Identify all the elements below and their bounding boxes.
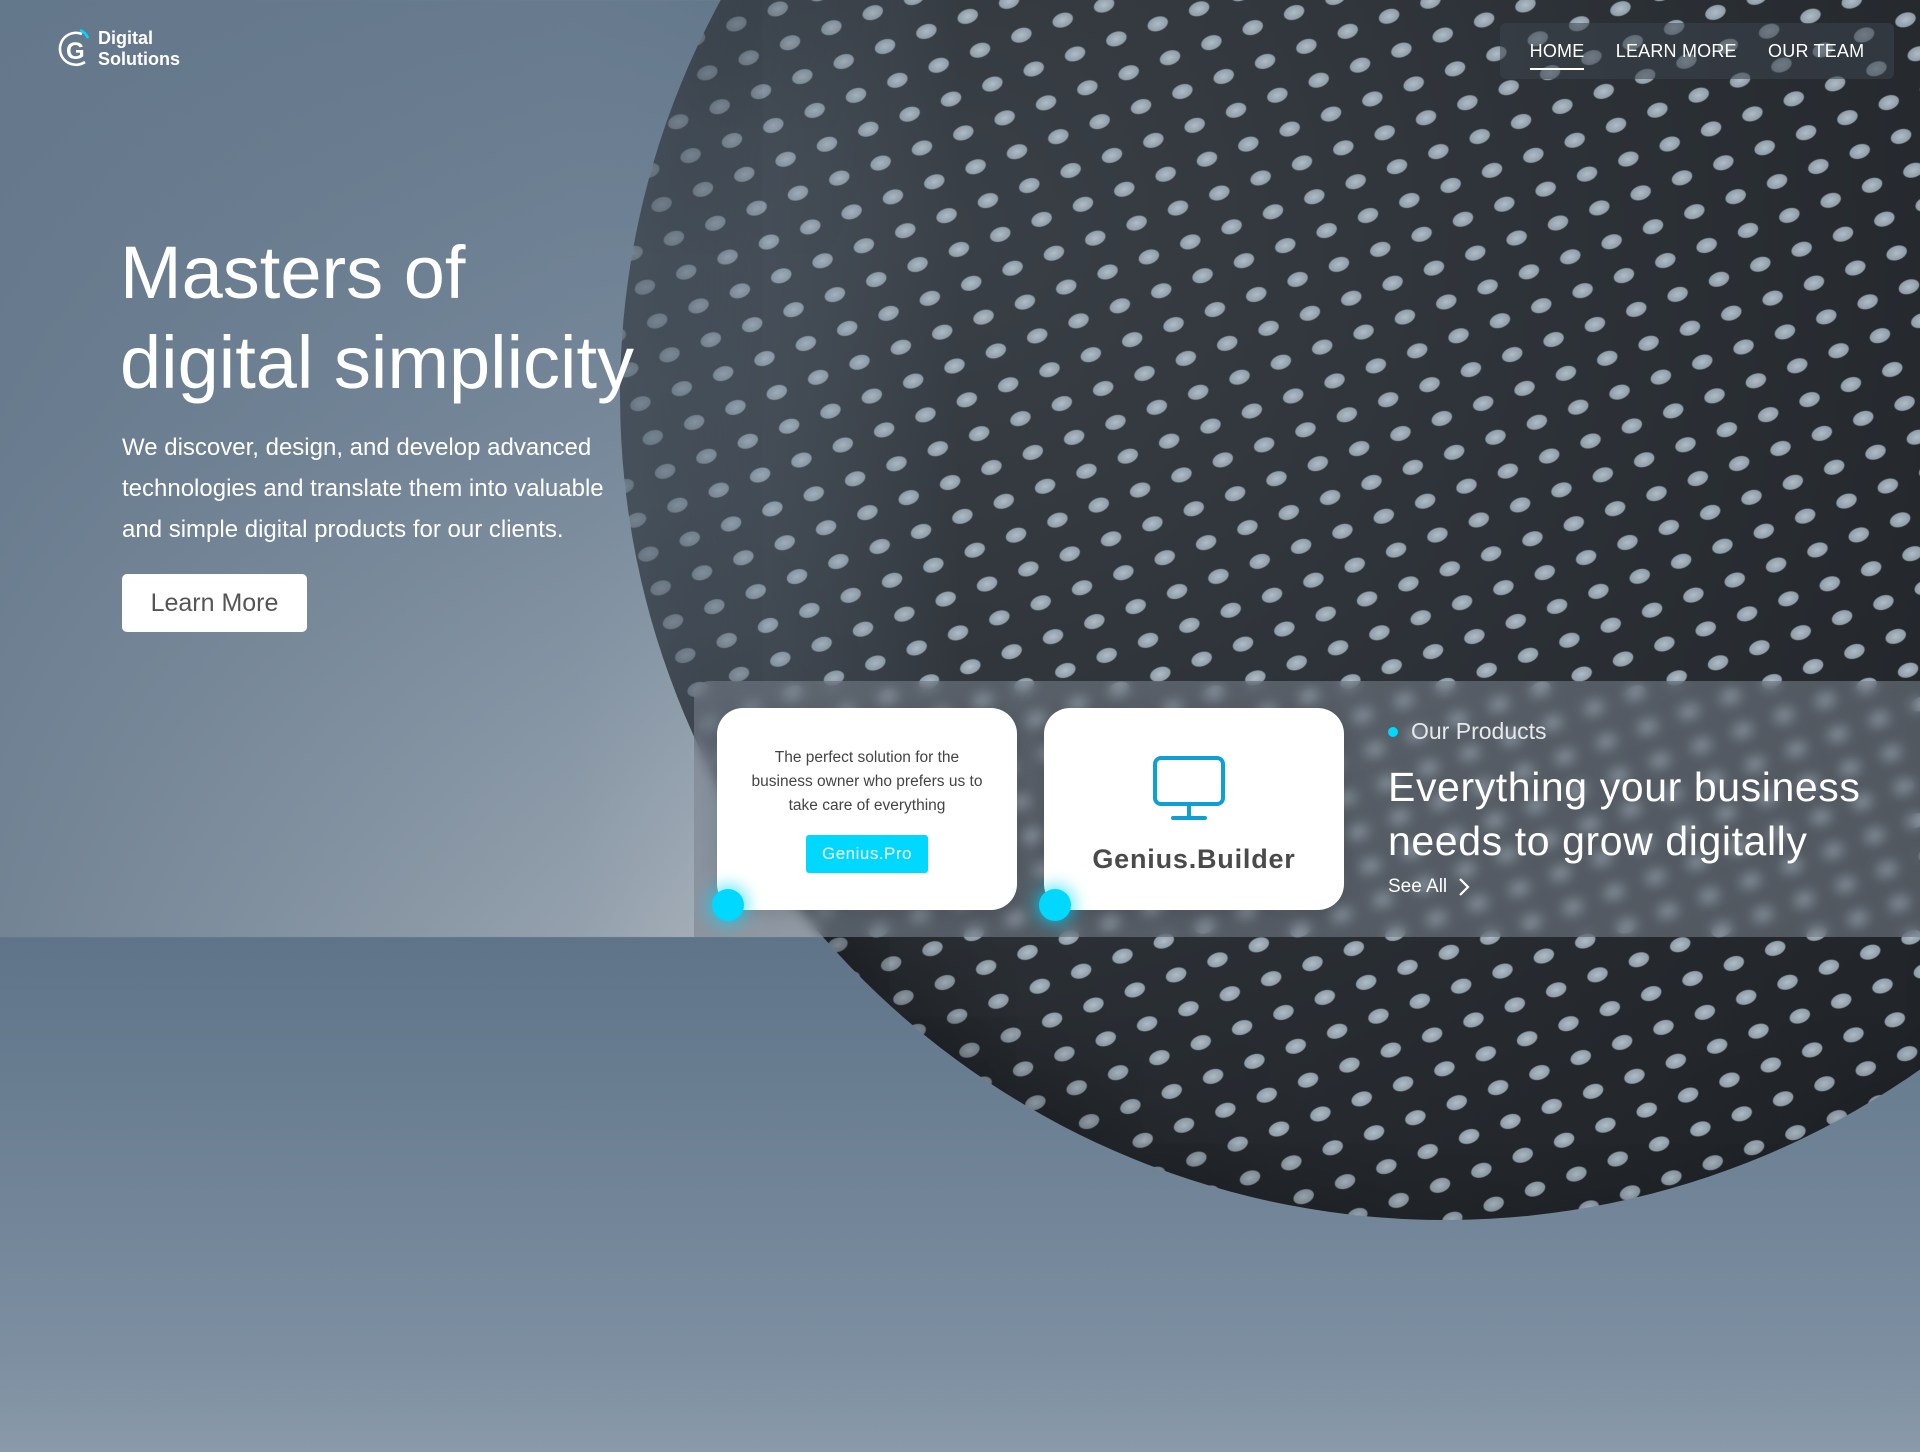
hero-subtitle-line-3: and simple digital products for our clie… [122, 516, 564, 543]
hero-subtitle-line-2: technologies and translate them into val… [122, 475, 604, 502]
nav-learn-more[interactable]: LEARN MORE [1616, 37, 1737, 66]
hero-title-line-1: Masters of [120, 231, 466, 314]
see-all-label: See All [1388, 876, 1448, 897]
carousel-indicator-dot[interactable] [1039, 889, 1071, 921]
logo-text: Digital Solutions [98, 28, 180, 70]
product-card-genius-builder[interactable]: Genius.Builder [1044, 708, 1344, 910]
genius-pro-button[interactable]: Genius.Pro [806, 835, 928, 873]
nav-our-team[interactable]: OUR TEAM [1768, 37, 1864, 66]
logo-line-2: Solutions [98, 49, 180, 69]
carousel-indicator-dot[interactable] [712, 889, 744, 921]
nav-home[interactable]: HOME [1529, 37, 1585, 70]
products-heading-line-1: Everything your business [1388, 764, 1861, 810]
hero-subtitle: We discover, design, and develop advance… [122, 427, 682, 550]
see-all-link[interactable]: See All [1388, 876, 1471, 898]
product-card-genius-pro[interactable]: The perfect solution for the business ow… [717, 708, 1017, 910]
card-desc-line-1: The perfect solution for the [774, 749, 960, 766]
logo-mark-icon: G [58, 28, 90, 67]
accent-dot-icon [1388, 726, 1398, 737]
hero-title: Masters of digital simplicity [120, 228, 634, 408]
main-nav: HOME LEARN MORE OUR TEAM [1500, 23, 1894, 79]
products-label-text: Our Products [1411, 718, 1547, 744]
svg-text:G: G [66, 38, 85, 65]
hero-title-line-2: digital simplicity [120, 321, 635, 404]
logo[interactable]: G Digital Solutions [58, 26, 180, 72]
learn-more-button[interactable]: Learn More [122, 574, 307, 632]
chevron-right-icon [1459, 878, 1470, 896]
products-heading-line-2: needs to grow digitally [1388, 818, 1808, 864]
products-heading: Everything your business needs to grow d… [1388, 760, 1908, 868]
logo-line-1: Digital [98, 28, 154, 48]
products-section-label: Our Products [1388, 718, 1547, 745]
hero-subtitle-line-1: We discover, design, and develop advance… [122, 434, 592, 461]
card-desc-line-2: business owner who prefers us to [751, 773, 983, 790]
card-desc-line-3: take care of everything [788, 797, 946, 814]
product-card-description: The perfect solution for the business ow… [739, 746, 995, 818]
product-card-title: Genius.Builder [1092, 844, 1296, 874]
monitor-icon [1153, 756, 1225, 820]
